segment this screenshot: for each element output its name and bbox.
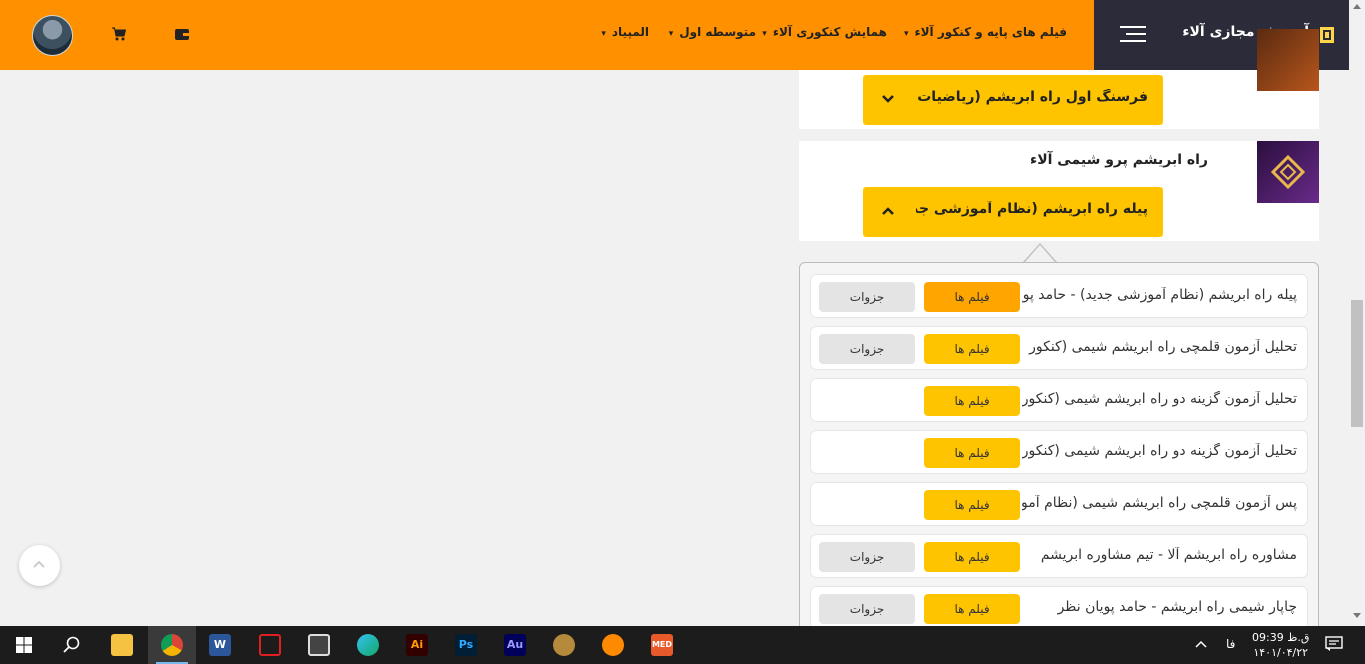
file-explorer-app[interactable]: [98, 626, 146, 664]
nav-item-olympiad[interactable]: المپیاد ▾: [601, 25, 649, 39]
course-thumbnail[interactable]: [1257, 141, 1319, 203]
set-title: تحلیل آزمون گزینه دو راه ابریشم شیمی (کن…: [1022, 391, 1297, 407]
chevron-down-icon: ▾: [903, 29, 909, 39]
search-icon: [63, 636, 80, 653]
scroll-down-arrow-icon[interactable]: [1353, 613, 1361, 618]
films-button[interactable]: فیلم ها: [924, 282, 1020, 312]
course-title[interactable]: راه ابریشم پرو شیمی آلاء: [1030, 152, 1208, 168]
scrollbar-thumb[interactable]: [1351, 300, 1363, 427]
photoshop-icon: Ps: [455, 634, 477, 656]
audition-app[interactable]: Au: [491, 626, 539, 664]
set-row[interactable]: پس آزمون قلمچی راه ابریشم شیمی (نظام آمو…: [810, 482, 1308, 526]
chevron-up-icon: [33, 560, 45, 568]
course-card: فرسنگ اول راه ابریشم (ریاضیات ریاضی): [799, 29, 1319, 129]
films-button[interactable]: فیلم ها: [924, 386, 1020, 416]
course-thumbnail[interactable]: [1257, 29, 1319, 91]
set-title: تحلیل آزمون قلمچی راه ابریشم شیمی (کنکور…: [1022, 339, 1297, 355]
alaa-logo-icon: [1320, 27, 1334, 43]
audition-icon: Au: [504, 634, 526, 656]
medibang-icon: MED: [651, 634, 673, 656]
pamphlets-button[interactable]: جزوات: [819, 334, 915, 364]
notification-icon[interactable]: [1325, 636, 1343, 652]
nav-item-hamayesh[interactable]: همایش کنکوری آلاء ▾: [762, 25, 887, 39]
chevron-down-icon: ▾: [668, 29, 674, 39]
site-header: آموزش مجازی آلاء فیلم های پایه و کنکور آ…: [0, 0, 1349, 70]
nav-item-label: المپیاد: [611, 25, 649, 39]
pamphlets-button[interactable]: جزوات: [819, 282, 915, 312]
windows-logo-icon: [16, 637, 32, 653]
films-button[interactable]: فیلم ها: [924, 334, 1020, 364]
medibang-app[interactable]: MED: [638, 626, 686, 664]
language-indicator[interactable]: فا: [1226, 637, 1235, 651]
selected-set-label: پیله راه ابریشم (نظام آموزشی جدید) - حام…: [916, 201, 1148, 217]
chrome-icon: [161, 634, 183, 656]
set-row[interactable]: پیله راه ابریشم (نظام آموزشی جدید) - حام…: [810, 274, 1308, 318]
wallet-icon[interactable]: [174, 27, 190, 41]
acrobat-icon: [259, 634, 281, 656]
chevron-down-icon: ▾: [601, 29, 606, 39]
nav-item-films[interactable]: فیلم های پایه و کنکور آلاء ▾: [904, 25, 1067, 39]
films-button[interactable]: فیلم ها: [924, 594, 1020, 624]
calculator-icon: [308, 634, 330, 656]
start-button[interactable]: [0, 626, 48, 664]
set-title: پس آزمون قلمچی راه ابریشم شیمی (نظام آمو…: [1022, 495, 1297, 511]
set-title: مشاوره راه ابریشم آلا - تیم مشاوره ابریش…: [1040, 547, 1297, 563]
clock-time: ق.ظ 09:39: [1252, 631, 1310, 644]
word-app[interactable]: W: [196, 626, 244, 664]
photoshop-app[interactable]: Ps: [442, 626, 490, 664]
orange-app[interactable]: [589, 626, 637, 664]
illustrator-app[interactable]: Ai: [393, 626, 441, 664]
set-title: پیله راه ابریشم (نظام آموزشی جدید) - حام…: [1022, 287, 1297, 303]
nav-item-label: همایش کنکوری آلاء: [772, 25, 887, 39]
search-button[interactable]: [48, 626, 96, 664]
set-row[interactable]: مشاوره راه ابریشم آلا - تیم مشاوره ابریش…: [810, 534, 1308, 578]
set-row[interactable]: تحلیل آزمون گزینه دو راه ابریشم شیمی (کن…: [810, 378, 1308, 422]
word-icon: W: [209, 634, 231, 656]
set-title: چاپار شیمی راه ابریشم - حامد پویان نظر: [1057, 599, 1297, 615]
illustrator-icon: Ai: [406, 634, 428, 656]
clock-date: ۱۴۰۱/۰۴/۲۲: [1253, 646, 1309, 659]
nav-item-motavasete[interactable]: متوسطه اول ▾: [669, 25, 756, 39]
films-button[interactable]: فیلم ها: [924, 438, 1020, 468]
acrobat-app[interactable]: [246, 626, 294, 664]
course-emblem-icon: [1270, 154, 1306, 190]
chevron-up-icon: [882, 207, 894, 215]
set-row[interactable]: چاپار شیمی راه ابریشم - حامد پویان نظر ف…: [810, 586, 1308, 630]
calculator-app[interactable]: [295, 626, 343, 664]
films-button[interactable]: فیلم ها: [924, 490, 1020, 520]
films-button[interactable]: فیلم ها: [924, 542, 1020, 572]
windows-taskbar: W Ai Ps Au MED فا ق.ظ 09:39 ۱۴۰۱/۰۴/۲۲: [0, 626, 1365, 664]
circle-app[interactable]: [540, 626, 588, 664]
chevron-down-icon: ▾: [762, 29, 767, 39]
chrome-app[interactable]: [148, 626, 196, 664]
set-title: تحلیل آزمون گزینه دو راه ابریشم شیمی (کن…: [1022, 443, 1297, 459]
app-orange-icon: [602, 634, 624, 656]
page-scrollbar[interactable]: [1349, 0, 1365, 626]
set-row[interactable]: تحلیل آزمون قلمچی راه ابریشم شیمی (کنکور…: [810, 326, 1308, 370]
hamburger-menu-icon[interactable]: [1118, 26, 1146, 44]
dropdown-pointer-inner: [1025, 245, 1055, 262]
set-select-dropdown[interactable]: فرسنگ اول راه ابریشم (ریاضیات ریاضی): [863, 75, 1163, 125]
selected-set-label: فرسنگ اول راه ابریشم (ریاضیات ریاضی): [916, 89, 1148, 105]
set-select-dropdown[interactable]: پیله راه ابریشم (نظام آموزشی جدید) - حام…: [863, 187, 1163, 237]
nav-item-label: فیلم های پایه و کنکور آلاء: [914, 25, 1067, 39]
sets-list-panel: پیله راه ابریشم (نظام آموزشی جدید) - حام…: [799, 262, 1319, 662]
edge-icon: [357, 634, 379, 656]
set-row[interactable]: تحلیل آزمون گزینه دو راه ابریشم شیمی (کن…: [810, 430, 1308, 474]
app-circle-icon: [553, 634, 575, 656]
scroll-to-top-button[interactable]: [19, 545, 60, 586]
edge-app[interactable]: [344, 626, 392, 664]
course-card: راه ابریشم پرو شیمی آلاء پیله راه ابریشم…: [799, 141, 1319, 241]
folder-icon: [111, 634, 133, 656]
chevron-down-icon: [882, 95, 894, 103]
nav-item-label: متوسطه اول: [679, 25, 756, 39]
chevron-up-icon[interactable]: [1195, 640, 1207, 648]
cart-icon[interactable]: [111, 26, 127, 42]
scroll-up-arrow-icon[interactable]: [1353, 4, 1361, 9]
user-avatar[interactable]: [32, 15, 73, 56]
system-clock[interactable]: ق.ظ 09:39 ۱۴۰۱/۰۴/۲۲: [1252, 630, 1309, 660]
pamphlets-button[interactable]: جزوات: [819, 594, 915, 624]
pamphlets-button[interactable]: جزوات: [819, 542, 915, 572]
